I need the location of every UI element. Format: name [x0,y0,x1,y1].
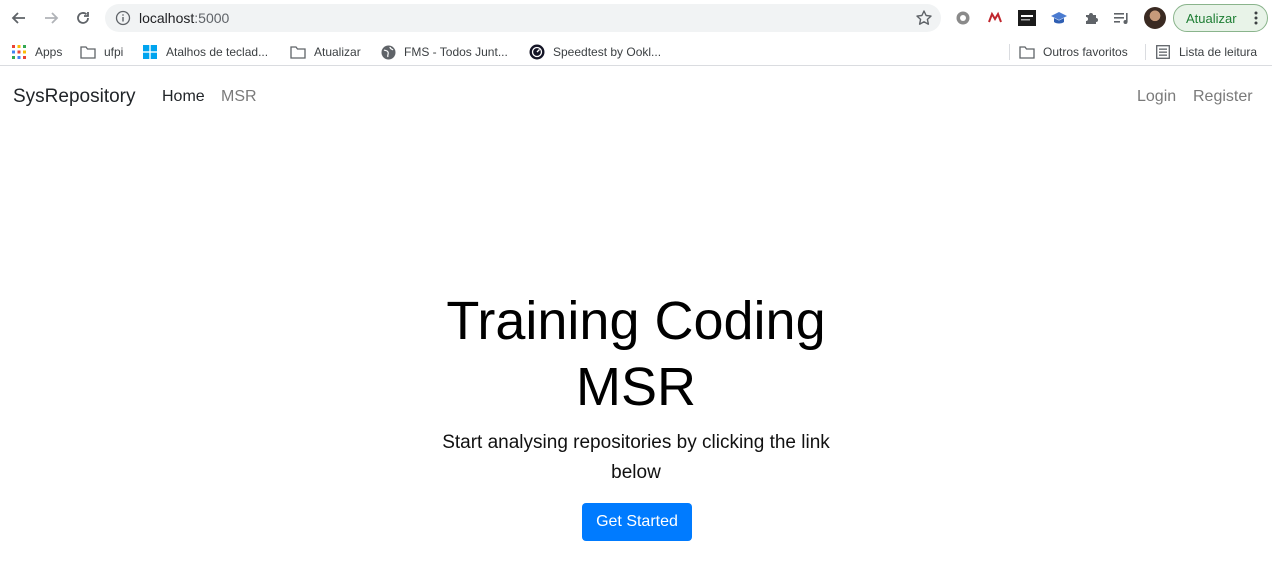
browser-toolbar: localhost:5000 Atualizar [0,0,1272,36]
navbar-brand[interactable]: SysRepository [13,86,136,108]
bookmark-label: Speedtest by Ookl... [553,45,662,59]
folder-icon [290,44,306,60]
url-text: localhost:5000 [139,10,229,26]
globe-icon [380,44,396,60]
bookmark-label: Outros favoritos [1043,45,1128,59]
bookmark-star-icon[interactable] [915,9,933,27]
reload-icon [77,12,89,24]
bookmark-label: ufpi [104,45,124,59]
bookmark-speedtest[interactable]: Speedtest by Ookl... [529,43,661,61]
more-menu-icon [1254,11,1258,25]
mendeley-extension-icon[interactable] [986,9,1004,27]
bookmark-ufpi[interactable]: ufpi [80,43,123,61]
nav-login-link[interactable]: Login [1137,88,1176,106]
get-started-button[interactable]: Get Started [582,503,692,541]
sync-extension-icon[interactable] [954,9,972,27]
address-bar[interactable]: localhost:5000 [105,4,941,32]
bookmarks-divider [1145,44,1146,60]
back-button[interactable] [8,7,30,29]
bookmark-label: Lista de leitura [1179,45,1258,59]
folder-icon [80,44,96,60]
bookmark-label: Atalhos de teclad... [166,45,269,59]
bookmark-label: FMS - Todos Junt... [404,45,508,59]
bookmark-label: Apps [35,45,63,59]
nav-msr-link[interactable]: MSR [221,88,257,106]
bookmarks-divider [1009,44,1010,60]
forward-button[interactable] [40,7,62,29]
bookmark-outros-favoritos[interactable]: Outros favoritos [1019,43,1128,61]
dark-extension-icon[interactable] [1018,9,1036,27]
back-arrow-icon [11,12,25,24]
reload-button[interactable] [72,7,94,29]
bookmark-atualizar[interactable]: Atualizar [290,43,361,61]
bookmark-fms[interactable]: FMS - Todos Junt... [380,43,508,61]
url-port: :5000 [194,10,230,26]
info-icon[interactable] [115,10,131,26]
update-browser-button[interactable]: Atualizar [1173,4,1268,32]
reading-list-queue-icon[interactable] [1113,9,1131,27]
hero-subtitle: Start analysing repositories by clicking… [442,432,830,483]
bookmark-label: Atualizar [314,45,361,59]
graduation-extension-icon[interactable] [1050,9,1068,27]
bookmark-apps[interactable]: Apps [11,43,62,61]
bookmark-lista-de-leitura[interactable]: Lista de leitura [1155,43,1257,61]
speedtest-icon [529,44,545,60]
nav-register-link[interactable]: Register [1193,88,1253,106]
bookmark-atalhos[interactable]: Atalhos de teclad... [142,43,268,61]
update-label: Atualizar [1186,11,1237,26]
folder-icon [1019,44,1035,60]
apps-grid-icon [11,44,27,60]
nav-home-link[interactable]: Home [162,88,205,106]
bookmarks-bar: Apps ufpi Atalhos de teclad... Atualizar… [0,38,1272,66]
profile-avatar[interactable] [1144,7,1166,29]
hero-title: Training Coding MSR [446,291,826,417]
url-host: localhost [139,10,195,26]
extensions-puzzle-icon[interactable] [1082,9,1100,27]
windows-logo-icon [142,44,158,60]
reading-list-icon [1155,44,1171,60]
forward-arrow-icon [45,12,59,24]
